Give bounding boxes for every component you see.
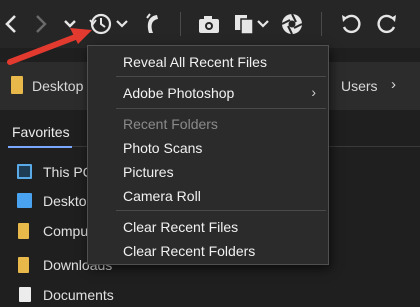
path-item-desktop[interactable]: Desktop (32, 78, 83, 94)
camera-icon (199, 16, 219, 33)
forward-button[interactable] (30, 0, 52, 48)
menu-header-label: Recent Folders (123, 116, 218, 132)
rotate-cw-button[interactable] (372, 0, 402, 48)
menu-header-recent-folders: Recent Folders (88, 112, 328, 136)
recent-files-menu: Reveal All Recent Files Adobe Photoshop … (87, 45, 329, 265)
submenu-chevron-icon: › (311, 84, 316, 100)
menu-item-camera-roll[interactable]: Camera Roll (88, 184, 328, 208)
sidebar-item-label: Documents (43, 287, 114, 303)
menu-item-label: Photo Scans (123, 140, 203, 156)
menu-separator (116, 210, 326, 211)
computer-icon (17, 164, 32, 179)
back-button[interactable] (0, 0, 22, 48)
menu-item-clear-recent-folders[interactable]: Clear Recent Folders (88, 239, 328, 263)
rotate-ccw-button[interactable] (336, 0, 366, 48)
menu-item-label: Clear Recent Files (123, 219, 239, 235)
camera-import-button[interactable] (196, 0, 224, 48)
menu-item-label: Reveal All Recent Files (123, 54, 267, 70)
menu-item-label: Camera Roll (123, 188, 201, 204)
documents-icon (19, 287, 31, 302)
recent-locations-button[interactable] (60, 0, 80, 48)
sidebar-item-label: This PC (43, 164, 93, 180)
menu-separator (116, 108, 326, 109)
chevron-right-icon (36, 15, 47, 33)
desktop-icon (17, 193, 32, 208)
refine-button[interactable] (278, 0, 306, 48)
path-item-users[interactable]: Users (341, 78, 378, 94)
recent-files-button[interactable] (88, 0, 132, 48)
history-clock-icon (89, 13, 128, 35)
copy-from-device-button[interactable] (232, 0, 272, 48)
sidebar-item-documents[interactable]: Documents (0, 282, 200, 307)
menu-item-label: Clear Recent Folders (123, 243, 256, 259)
copy-icon (235, 15, 269, 35)
boomerang-icon (146, 13, 158, 33)
downloads-icon (18, 257, 29, 273)
menu-item-adobe-photoshop[interactable]: Adobe Photoshop › (88, 81, 328, 105)
rotate-left-icon (342, 14, 361, 34)
rotate-right-icon (377, 14, 396, 34)
menu-item-clear-recent-files[interactable]: Clear Recent Files (88, 215, 328, 239)
menu-item-label: Pictures (123, 164, 174, 180)
menu-item-label: Adobe Photoshop (123, 85, 235, 101)
path-separator-icon[interactable]: › (391, 76, 396, 93)
reveal-button[interactable] (140, 0, 164, 48)
toolbar (0, 0, 420, 48)
tab-active-indicator (8, 146, 72, 148)
menu-item-photo-scans[interactable]: Photo Scans (88, 136, 328, 160)
chevron-left-icon (5, 15, 16, 33)
folder-icon (18, 223, 29, 239)
aperture-icon (281, 13, 303, 35)
menu-separator (116, 76, 326, 77)
folder-icon (11, 76, 23, 94)
menu-item-pictures[interactable]: Pictures (88, 160, 328, 184)
tab-favorites[interactable]: Favorites (12, 124, 70, 140)
chevron-down-icon (64, 20, 76, 28)
toolbar-divider (321, 12, 322, 36)
menu-item-reveal-all[interactable]: Reveal All Recent Files (88, 50, 328, 74)
toolbar-divider (180, 12, 181, 36)
